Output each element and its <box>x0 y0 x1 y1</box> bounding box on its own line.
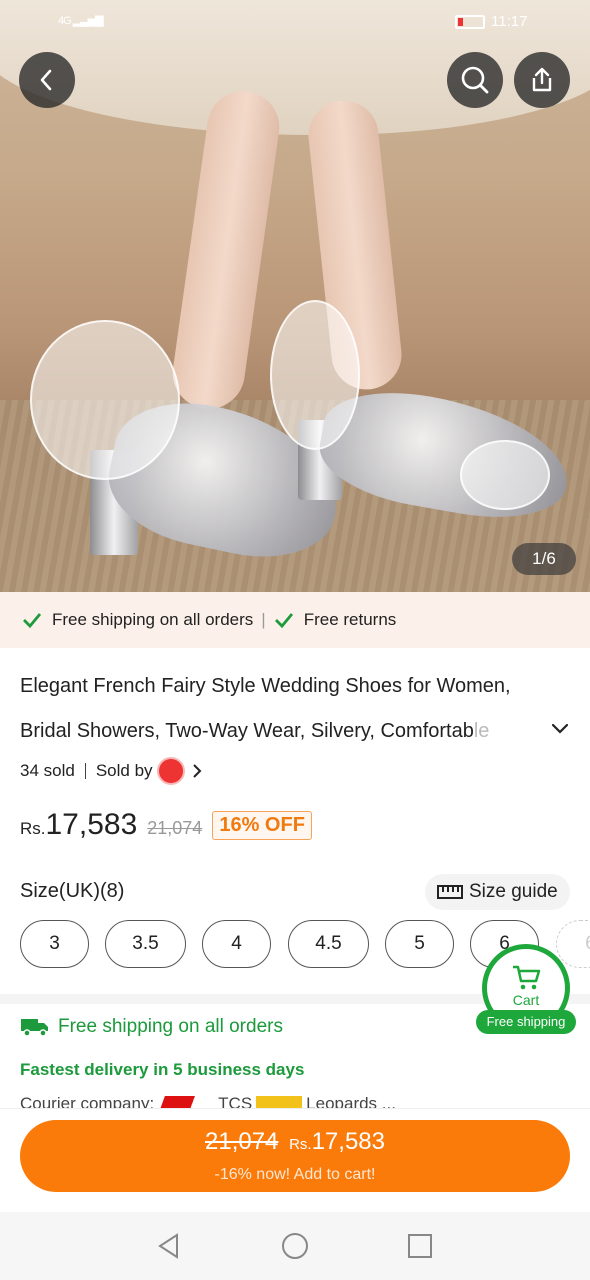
size-chip[interactable]: 3.5 <box>105 920 186 968</box>
currency: Rs. <box>20 819 46 838</box>
share-button[interactable] <box>514 52 570 108</box>
cta-current-price: 17,583 <box>311 1128 385 1155</box>
sales-info[interactable]: 34 sold Sold by <box>20 757 203 785</box>
sold-count: 34 sold <box>20 761 75 780</box>
left-bow <box>30 320 180 480</box>
benefits-strip[interactable]: Free shipping on all orders | Free retur… <box>0 592 590 648</box>
size-chip[interactable]: 3 <box>20 920 89 968</box>
cta-original-price: 21,074 <box>205 1128 279 1155</box>
cta-subtitle: -16% now! Add to cart! <box>214 1166 376 1183</box>
price-row: Rs. 17,583 21,074 16% OFF <box>20 808 312 843</box>
chevron-left-icon <box>40 69 52 91</box>
size-chip[interactable]: 4 <box>202 920 271 968</box>
size-chip[interactable]: 4.5 <box>288 920 369 968</box>
add-to-cart-button[interactable]: 21,074 Rs.17,583 -16% now! Add to cart! <box>20 1120 570 1192</box>
signal-icon: 4G ▂▃▅▇ <box>58 15 104 27</box>
truck-icon <box>21 1019 48 1037</box>
share-icon <box>532 67 552 92</box>
status-bar: 4G ▂▃▅▇ 11:17 <box>0 12 590 36</box>
free-shipping-label: Free shipping on all orders <box>52 610 254 629</box>
product-title[interactable]: Elegant French Fairy Style Wedding Shoes… <box>20 664 540 754</box>
separator: | <box>261 610 266 629</box>
back-nav-icon[interactable] <box>155 1232 183 1260</box>
cart-label: Cart <box>512 992 540 1008</box>
size-guide-button[interactable]: Size guide <box>425 874 570 910</box>
divider <box>84 763 86 779</box>
toe-bow <box>460 440 550 510</box>
cta-currency: Rs. <box>289 1136 312 1153</box>
current-price: 17,583 <box>45 808 138 841</box>
left-leg <box>168 86 284 414</box>
cart-icon <box>513 965 541 990</box>
check-icon <box>23 613 42 629</box>
search-button[interactable] <box>447 52 503 108</box>
free-shipping-text: Free shipping on all orders <box>58 1016 283 1037</box>
title-line-2: Bridal Showers, Two-Way Wear, Silvery, C… <box>20 720 490 742</box>
cart-button[interactable]: Cart Free shipping <box>476 944 576 1034</box>
check-icon <box>274 613 293 629</box>
original-price: 21,074 <box>147 818 203 838</box>
title-line-1: Elegant French Fairy Style Wedding Shoes… <box>20 675 511 697</box>
discount-badge: 16% OFF <box>212 811 312 840</box>
sold-by-label: Sold by <box>95 761 153 780</box>
back-button[interactable] <box>19 52 75 108</box>
right-bow <box>270 300 360 450</box>
seller-logo[interactable] <box>156 757 185 785</box>
product-image[interactable]: 4G ▂▃▅▇ 11:17 1/6 <box>0 0 590 592</box>
size-chip[interactable]: 5 <box>385 920 454 968</box>
recents-nav-icon[interactable] <box>406 1232 434 1260</box>
system-nav-bar <box>0 1212 590 1280</box>
cta-price: 21,074 Rs.17,583 <box>20 1128 570 1156</box>
chevron-down-icon[interactable] <box>550 718 570 738</box>
search-icon <box>461 66 489 94</box>
clock: 11:17 <box>491 13 528 30</box>
home-nav-icon[interactable] <box>281 1232 309 1260</box>
free-shipping-row[interactable]: Free shipping on all orders <box>20 1016 283 1038</box>
free-shipping-badge: Free shipping <box>476 1010 576 1034</box>
battery-icon <box>455 15 485 29</box>
delivery-time: Fastest delivery in 5 business days <box>20 1060 305 1079</box>
free-returns-label: Free returns <box>303 610 397 629</box>
image-counter: 1/6 <box>512 543 576 575</box>
size-label: Size(UK)(8) <box>20 880 125 902</box>
ruler-icon <box>437 885 463 899</box>
chevron-right-icon[interactable] <box>191 763 203 779</box>
size-guide-label: Size guide <box>469 881 558 902</box>
